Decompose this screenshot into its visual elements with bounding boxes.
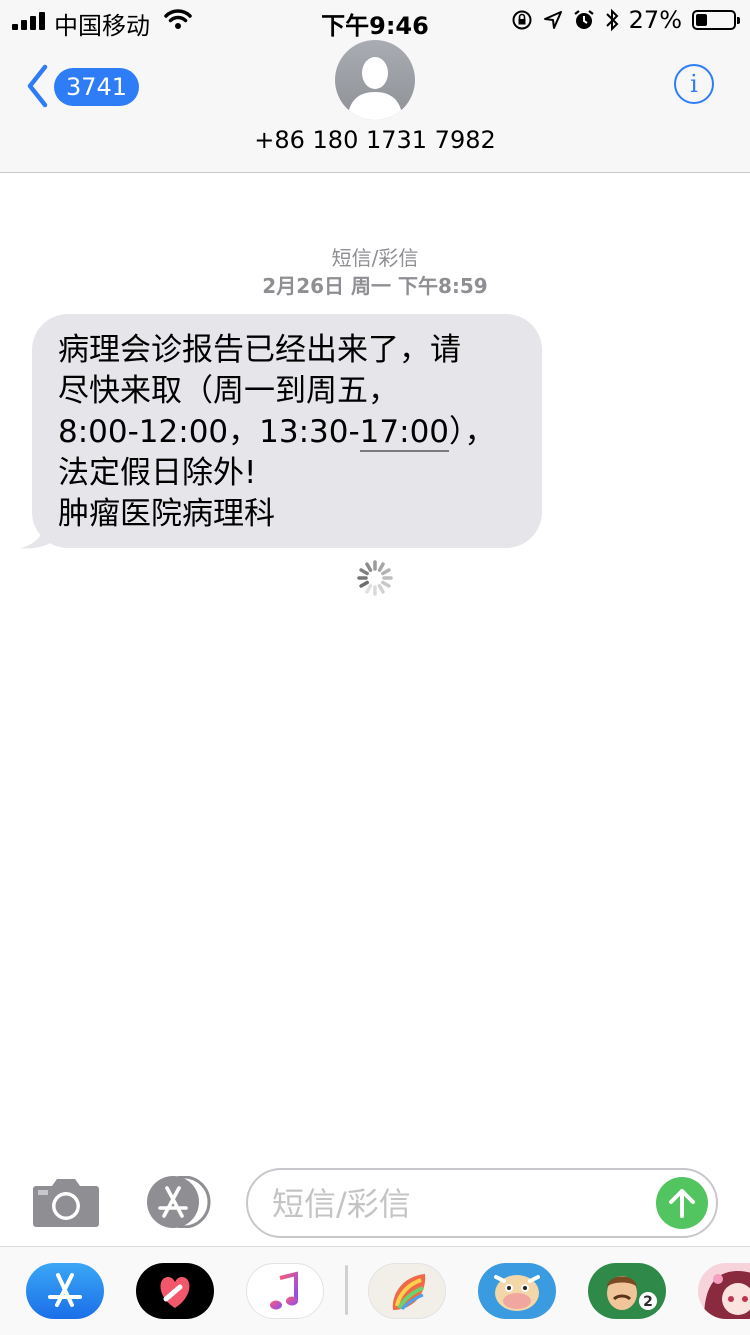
contact-number[interactable]: +86 180 1731 7982 bbox=[0, 126, 750, 154]
battery-icon bbox=[692, 10, 740, 30]
anime-app-icon[interactable] bbox=[698, 1263, 750, 1319]
cow-game-icon[interactable] bbox=[478, 1263, 556, 1319]
drawer-divider bbox=[345, 1265, 348, 1315]
person-silhouette-icon bbox=[347, 57, 403, 120]
contact-avatar[interactable] bbox=[335, 40, 415, 120]
time-data-detector-link[interactable]: 17:00 bbox=[359, 414, 450, 452]
status-right-group: 27% bbox=[511, 6, 740, 34]
location-icon bbox=[543, 11, 562, 29]
message-line: 8:00-12:00，13:30-17:00）， bbox=[58, 412, 518, 453]
message-type-label: 短信/彩信 bbox=[331, 246, 419, 270]
bluetooth-icon bbox=[605, 8, 619, 32]
app-store-icon[interactable] bbox=[26, 1263, 104, 1319]
loading-spinner-icon bbox=[357, 560, 393, 596]
status-bar: 中国移动 下午9:46 27% bbox=[0, 0, 750, 40]
info-button[interactable]: i bbox=[674, 64, 714, 104]
message-line: 尽快来取（周一到周五， bbox=[58, 373, 399, 409]
homescapes-game-icon[interactable]: 2 bbox=[588, 1263, 666, 1319]
message-text: 8:00-12:00，13:30- bbox=[58, 414, 360, 450]
back-chevron-icon[interactable] bbox=[26, 64, 48, 108]
camera-icon[interactable] bbox=[32, 1176, 100, 1228]
battery-percent: 27% bbox=[628, 6, 682, 34]
battery-fill bbox=[696, 14, 707, 26]
app-store-toggle-icon[interactable] bbox=[138, 1176, 212, 1228]
send-button[interactable] bbox=[656, 1177, 708, 1229]
rainbow-leaf-app-icon[interactable] bbox=[368, 1263, 446, 1319]
digital-touch-icon[interactable] bbox=[136, 1263, 214, 1319]
back-button-unread-count[interactable]: 3741 bbox=[54, 68, 140, 106]
message-text-input[interactable] bbox=[270, 1178, 644, 1230]
alarm-icon bbox=[573, 10, 594, 29]
arrow-up-icon bbox=[669, 1189, 695, 1218]
imessage-app-drawer: 2 bbox=[0, 1246, 750, 1335]
message-timestamp: 2月26日 周一 下午8:59 bbox=[262, 274, 488, 298]
svg-text:2: 2 bbox=[643, 1294, 653, 1310]
music-icon[interactable] bbox=[246, 1263, 324, 1319]
orientation-lock-icon bbox=[512, 10, 532, 30]
message-line: 肿瘤医院病理科 bbox=[58, 496, 275, 532]
incoming-message-bubble[interactable]: 病理会诊报告已经出来了，请 尽快来取（周一到周五， 8:00-12:00，13:… bbox=[32, 314, 542, 548]
message-text: ）， bbox=[449, 414, 496, 450]
message-input-field[interactable] bbox=[246, 1168, 718, 1238]
message-line: 法定假日除外! bbox=[58, 455, 257, 491]
message-line: 病理会诊报告已经出来了，请 bbox=[58, 332, 461, 368]
